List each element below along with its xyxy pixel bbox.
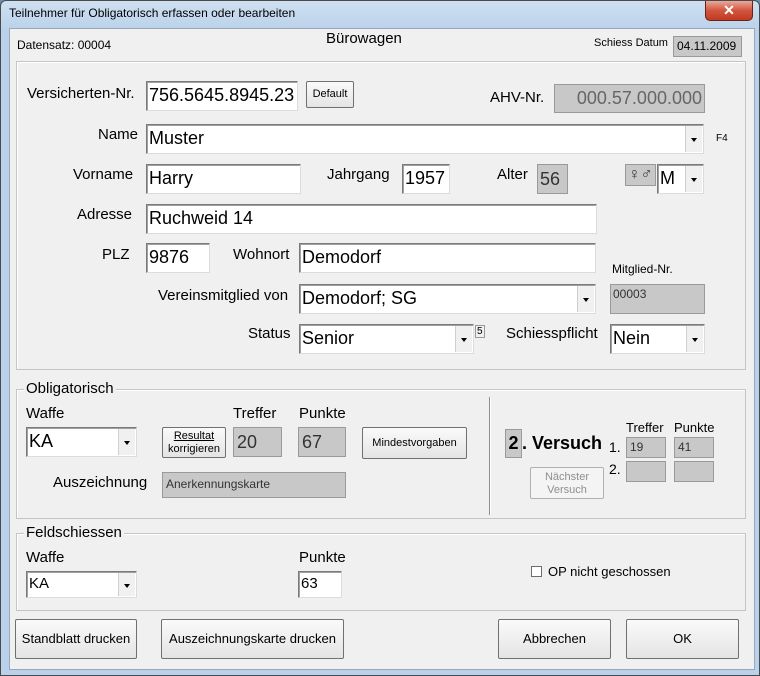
obl-punkte-field: 67 [298,427,346,457]
mindestvorgaben-button[interactable]: Mindestvorgaben [362,427,467,459]
versuch-row1-treffer: 19 [626,437,666,458]
status-superscript: 5 [475,325,485,338]
versicherten-input[interactable]: 756.5645.8945.23 [146,81,298,111]
naechster-button-line2: Versuch [547,484,587,496]
fs-punkte-input[interactable]: 63 [298,571,342,598]
ok-button[interactable]: OK [626,619,739,659]
naechster-versuch-button[interactable]: Nächster Versuch [530,467,604,499]
versuch-number: 2 [505,429,522,458]
title-bar[interactable]: Teilnehmer für Obligatorisch erfassen od… [1,1,759,27]
fs-waffe-label: Waffe [26,549,65,566]
fs-waffe-select[interactable]: KA [26,571,137,598]
plz-label: PLZ [102,246,130,263]
alter-field: 56 [537,164,568,194]
chevron-down-icon[interactable] [577,286,594,312]
auszeichnungskarte-drucken-button[interactable]: Auszeichnungskarte drucken [161,619,344,659]
obl-waffe-value: KA [29,431,54,451]
schiess-datum-label: Schiess Datum [594,37,668,49]
op-nicht-geschossen-label: OP nicht geschossen [548,564,671,579]
auszeichnung-label: Auszeichnung [53,474,148,491]
dialog-client-area: Datensatz: 00004 Bürowagen Schiess Datum… [9,28,755,670]
obl-waffe-select[interactable]: KA [26,427,137,457]
standblatt-drucken-button[interactable]: Standblatt drucken [15,619,137,659]
schiesspflicht-label: Schiesspflicht [506,325,598,342]
versuch-row2-treffer [626,461,666,482]
status-value: Senior [302,328,355,348]
dialog-window: Teilnehmer für Obligatorisch erfassen od… [0,0,760,676]
name-value: Muster [149,128,205,148]
versuch-label: . Versuch [522,433,603,453]
resultat-korrigieren-button[interactable]: Resultat korrigieren [162,427,226,458]
ahv-label: AHV-Nr. [490,89,545,106]
close-button[interactable]: ✕ [705,1,753,21]
chevron-down-icon[interactable] [455,326,472,352]
obl-treffer-field: 20 [233,427,282,457]
resultat-button-line2: korrigieren [168,443,220,455]
vorname-input[interactable]: Harry [146,164,301,194]
versuch-separator [489,397,490,515]
jahrgang-label: Jahrgang [327,166,390,183]
op-nicht-geschossen-checkbox[interactable] [531,566,542,577]
close-icon: ✕ [723,2,735,18]
chevron-down-icon[interactable] [685,126,702,152]
wohnort-label: Wohnort [233,246,290,263]
feldschiessen-group-title: Feldschiessen [24,524,124,541]
resultat-button-line1: Resultat [173,430,215,442]
schiesspflicht-select[interactable]: Nein [610,324,705,354]
fs-waffe-value: KA [29,575,50,592]
versuch-punkte-label: Punkte [674,420,715,435]
auszeichnung-field: Anerkennungskarte [162,472,346,498]
gender-icon: ♀♂ [625,164,656,186]
name-hotkey-label: F4 [716,133,728,144]
versuch-row1-label: 1. [609,439,621,455]
plz-input[interactable]: 9876 [146,243,210,273]
obl-punkte-label: Punkte [299,405,346,422]
vorname-label: Vorname [73,166,134,183]
name-combobox[interactable]: Muster [146,124,704,154]
chevron-down-icon[interactable] [686,326,703,352]
schiess-datum-field: 04.11.2009 [673,36,742,57]
jahrgang-input[interactable]: 1957 [402,164,450,194]
default-button[interactable]: Default [306,81,354,108]
versuch-row2-punkte [674,461,714,482]
gender-select[interactable]: M [657,164,704,194]
versuch-row1-punkte: 41 [674,437,714,458]
window-title: Teilnehmer für Obligatorisch erfassen od… [9,6,296,20]
status-label: Status [248,325,291,342]
datensatz-label: Datensatz: 00004 [17,38,112,52]
gender-value: M [660,168,675,188]
verein-value: Demodorf; SG [302,288,418,308]
wohnort-input[interactable]: Demodorf [299,243,596,273]
versicherten-label: Versicherten-Nr. [27,85,135,102]
schiesspflicht-value: Nein [613,328,651,348]
chevron-down-icon[interactable] [118,573,135,596]
status-combobox[interactable]: Senior [299,324,474,354]
alter-label: Alter [497,166,528,183]
mitglied-nr-field: 00003 [610,284,705,314]
adresse-input[interactable]: Ruchweid 14 [146,204,597,234]
name-label: Name [98,126,139,143]
obligatorisch-group-title: Obligatorisch [24,380,116,397]
adresse-label: Adresse [77,206,133,223]
obl-waffe-label: Waffe [26,405,65,422]
abbrechen-button[interactable]: Abbrechen [498,619,611,659]
versuch-row2-label: 2. [609,461,621,477]
verein-combobox[interactable]: Demodorf; SG [299,284,596,314]
fs-punkte-label: Punkte [299,549,346,566]
versuch-treffer-label: Treffer [626,420,664,435]
ahv-field: 000.57.000.000 [554,84,705,113]
obl-treffer-label: Treffer [233,405,277,422]
mitglied-nr-label: Mitglied-Nr. [612,262,673,276]
chevron-down-icon[interactable] [685,166,702,192]
group-name-label: Bürowagen [326,30,402,47]
naechster-button-line1: Nächster [544,471,590,483]
verein-label: Vereinsmitglied von [158,287,289,304]
chevron-down-icon[interactable] [118,429,135,455]
